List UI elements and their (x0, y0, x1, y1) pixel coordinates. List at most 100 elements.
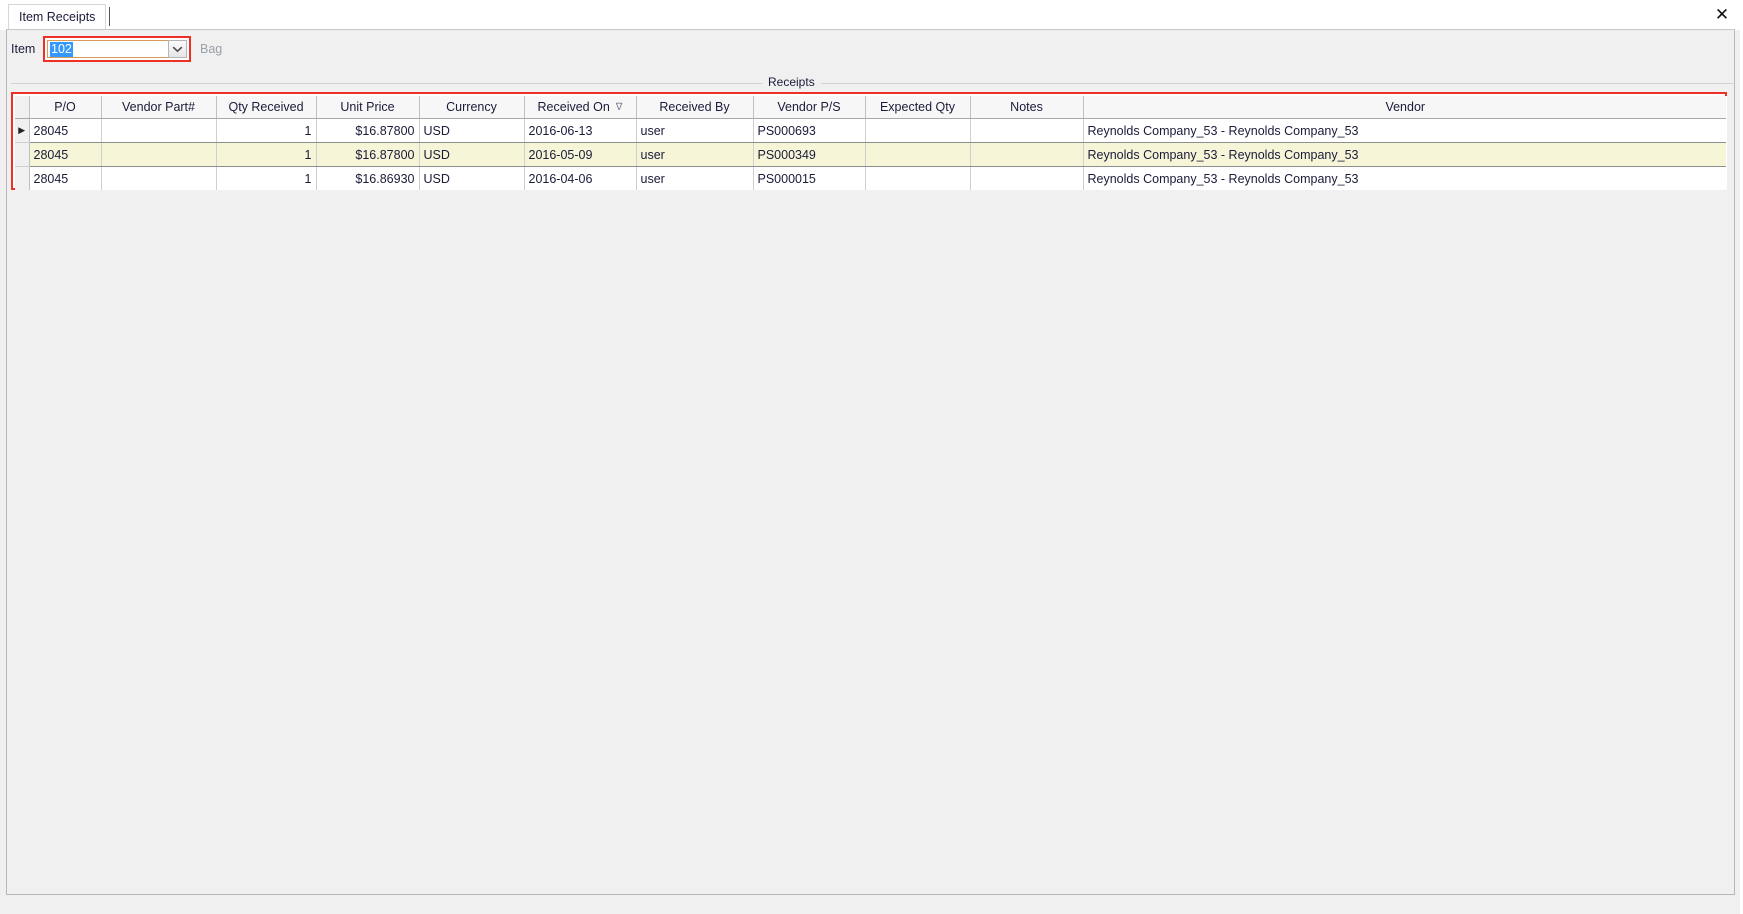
column-header-expqty[interactable]: Expected Qty (865, 96, 971, 119)
chevron-down-icon[interactable] (168, 40, 187, 58)
cell-recvon[interactable]: 2016-05-09 (524, 142, 637, 167)
cell-recvon[interactable]: 2016-06-13 (524, 118, 637, 143)
cell-qty[interactable]: 1 (216, 142, 317, 167)
cell-recvon[interactable]: 2016-04-06 (524, 166, 637, 190)
cell-text: 2016-04-06 (528, 171, 593, 186)
cell-vendor[interactable]: Reynolds Company_53 - Reynolds Company_5… (1083, 166, 1727, 190)
cell-text: $16.87800 (355, 123, 415, 138)
column-header-po[interactable]: P/O (29, 96, 102, 119)
tab-strip: Item Receipts (4, 2, 1739, 29)
table-row[interactable]: 28045 1 $16.86930 USD 2016-04-06 user PS000015… (15, 166, 1727, 190)
column-header-label: Vendor P/S (777, 100, 841, 114)
column-header-notes[interactable]: Notes (970, 96, 1084, 119)
row-header-corner[interactable] (15, 96, 30, 119)
row-header-cell[interactable] (15, 166, 30, 190)
receipts-table: P/O Vendor Part# Qty Received Unit Price Cur… (15, 96, 1727, 190)
cell-price[interactable]: $16.86930 (316, 166, 420, 190)
cell-text: 28045 (33, 171, 69, 186)
cell-vps[interactable]: PS000693 (753, 118, 866, 143)
cell-price[interactable]: $16.87800 (316, 118, 420, 143)
cell-text: Reynolds Company_53 - Reynolds Company_5… (1087, 147, 1359, 162)
cell-expqty[interactable] (865, 118, 971, 143)
cell-notes[interactable] (970, 166, 1084, 190)
cell-qty[interactable]: 1 (216, 118, 317, 143)
column-header-qty[interactable]: Qty Received (216, 96, 317, 119)
cell-vendor[interactable]: Reynolds Company_53 - Reynolds Company_5… (1083, 142, 1727, 167)
column-header-vps[interactable]: Vendor P/S (753, 96, 866, 119)
cell-text: user (640, 123, 665, 138)
cell-qty[interactable]: 1 (216, 166, 317, 190)
column-header-label: P/O (54, 100, 76, 114)
row-header-cell[interactable]: ▶ (15, 118, 30, 143)
table-row[interactable]: ▶ 28045 1 $16.87800 USD 2016-06-13 user PS00069… (15, 118, 1727, 143)
cell-notes[interactable] (970, 118, 1084, 143)
cell-currency[interactable]: USD (419, 166, 525, 190)
cell-currency[interactable]: USD (419, 142, 525, 167)
cell-part[interactable] (101, 142, 217, 167)
tab-item-receipts[interactable]: Item Receipts (8, 4, 107, 29)
cell-text: 1 (304, 123, 312, 138)
column-header-price[interactable]: Unit Price (316, 96, 420, 119)
cell-text: 2016-05-09 (528, 147, 593, 162)
cell-text: 2016-06-13 (528, 123, 593, 138)
cell-vps[interactable]: PS000015 (753, 166, 866, 190)
column-header-label: Currency (446, 100, 497, 114)
tab-caret (109, 7, 110, 26)
cell-text: user (640, 171, 665, 186)
cell-po[interactable]: 28045 (29, 142, 102, 167)
cell-text: PS000349 (757, 147, 816, 162)
table-header-row: P/O Vendor Part# Qty Received Unit Price Cur… (15, 96, 1727, 119)
cell-text: USD (423, 171, 450, 186)
receipts-grid-highlight: P/O Vendor Part# Qty Received Unit Price Cur… (11, 92, 1727, 190)
cell-part[interactable] (101, 118, 217, 143)
cell-recvby[interactable]: user (636, 142, 754, 167)
column-header-label: Unit Price (340, 100, 395, 114)
cell-price[interactable]: $16.87800 (316, 142, 420, 167)
cell-text: 1 (304, 147, 312, 162)
groupbox-title: Receipts (762, 75, 821, 89)
cell-text: PS000693 (757, 123, 816, 138)
cell-text: USD (423, 123, 450, 138)
cell-text: $16.86930 (355, 171, 415, 186)
column-header-part[interactable]: Vendor Part# (101, 96, 217, 119)
column-header-label: Expected Qty (879, 100, 956, 114)
application-window: ✕ Item Receipts Item 102 Bag Receipts P/… (0, 0, 1743, 914)
cell-text: Reynolds Company_53 - Reynolds Company_5… (1087, 123, 1359, 138)
cell-po[interactable]: 28045 (29, 118, 102, 143)
cell-vps[interactable]: PS000349 (753, 142, 866, 167)
cell-text: $16.87800 (355, 147, 415, 162)
cell-part[interactable] (101, 166, 217, 190)
table-row[interactable]: 28045 1 $16.87800 USD 2016-05-09 user PS000349… (15, 142, 1727, 167)
cell-recvby[interactable]: user (636, 118, 754, 143)
column-header-currency[interactable]: Currency (419, 96, 525, 119)
cell-expqty[interactable] (865, 142, 971, 167)
row-header-cell[interactable] (15, 142, 30, 167)
sort-descending-icon: ∇ (615, 102, 623, 113)
column-header-label: Qty Received (228, 100, 304, 114)
cell-text: 28045 (33, 147, 69, 162)
cell-text: PS000015 (757, 171, 816, 186)
column-header-label: Received By (659, 100, 730, 114)
tab-label: Item Receipts (19, 10, 96, 24)
groupbox-border (11, 83, 1733, 84)
cell-text: user (640, 147, 665, 162)
column-header-label: Vendor Part# (122, 100, 195, 114)
cell-currency[interactable]: USD (419, 118, 525, 143)
receipts-grid[interactable]: P/O Vendor Part# Qty Received Unit Price Cur… (15, 96, 1727, 190)
cell-text: USD (423, 147, 450, 162)
column-header-recvby[interactable]: Received By (636, 96, 754, 119)
column-header-vendor[interactable]: Vendor (1083, 96, 1727, 119)
cell-notes[interactable] (970, 142, 1084, 167)
cell-vendor[interactable]: Reynolds Company_53 - Reynolds Company_5… (1083, 118, 1727, 143)
item-combo-input[interactable]: 102 (47, 40, 187, 58)
grid-right-edge (1726, 96, 1727, 190)
current-row-pointer-icon: ▶ (18, 125, 26, 135)
cell-recvby[interactable]: user (636, 166, 754, 190)
column-header-recvon[interactable]: Received On ∇ (524, 96, 637, 119)
cell-text: Reynolds Company_53 - Reynolds Company_5… (1087, 171, 1359, 186)
cell-po[interactable]: 28045 (29, 166, 102, 190)
cell-text: 1 (304, 171, 312, 186)
column-header-label: Vendor (1385, 100, 1426, 114)
column-header-label: Received On (537, 100, 610, 114)
cell-expqty[interactable] (865, 166, 971, 190)
